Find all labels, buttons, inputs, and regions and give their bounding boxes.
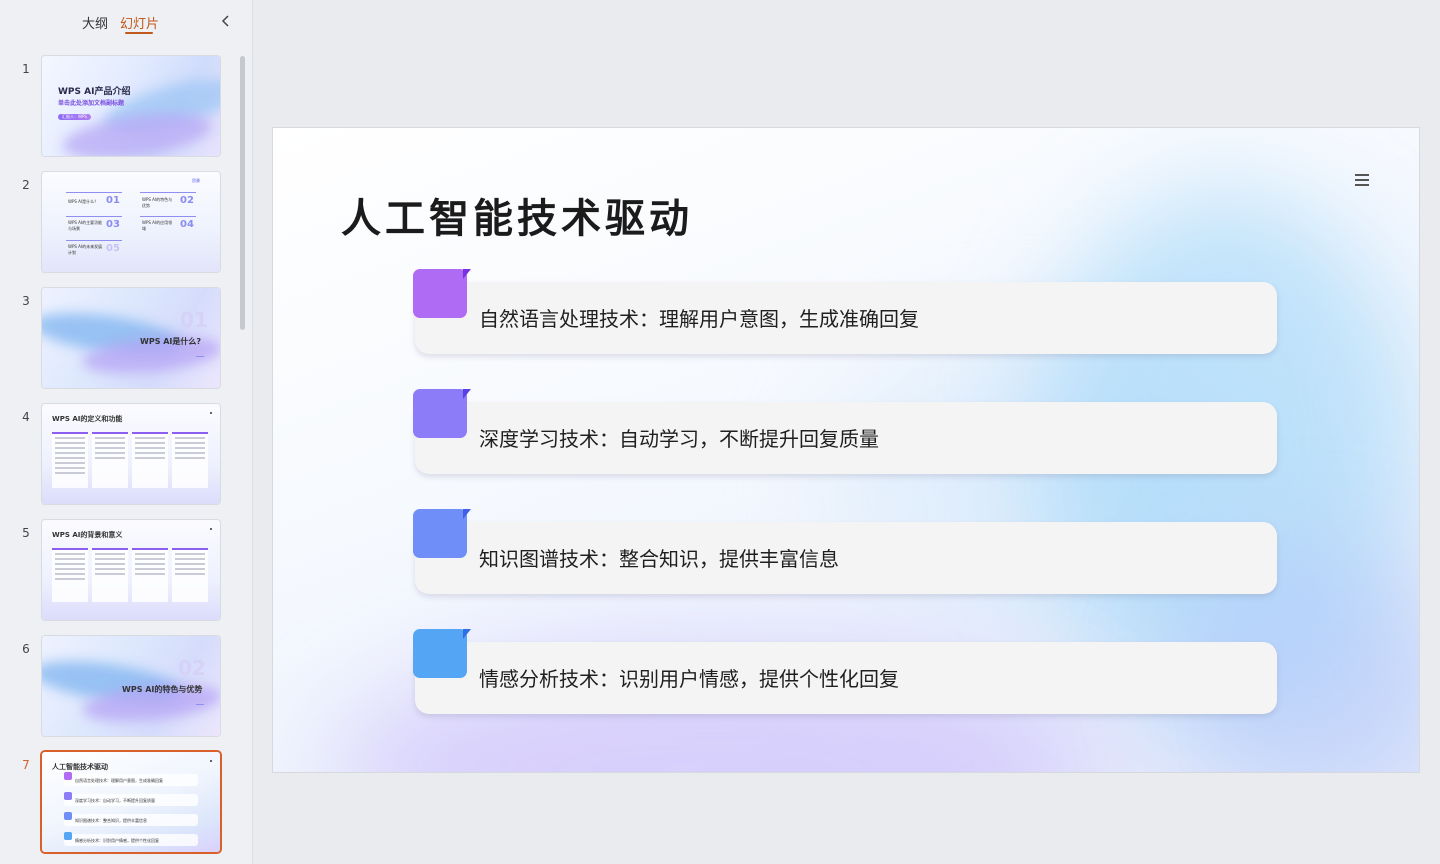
thumbnail-number: 7 [22,758,30,772]
thumbnail-row: 2 目录 WPS AI是什么？ 01 WPS AI的特色与优势 02 WPS A… [0,172,240,274]
thumbnail-number: 5 [22,526,30,540]
thumbnail-label: 目录 [192,178,200,183]
thumbnail-row: 6 02 WPS AI的特色与优势 [0,636,240,738]
list-item[interactable]: 自然语言处理技术：理解用户意图，生成准确回复 [413,269,1279,355]
content-column [52,432,88,488]
toc-entry-number: 01 [106,195,120,206]
thumbnail-title: WPS AI的背景和意义 [52,531,123,539]
item-color-tab [413,509,471,558]
content-column [92,548,128,602]
menu-dot [210,760,212,762]
toc-entry-text: WPS AI的主要功能与场景 [68,220,103,231]
slide-thumbnail-panel: 大纲 幻灯片 1 WPS AI产品介绍 单击此处添加文档副标题 汇报人：WPS … [0,0,253,864]
thumbnail-number: 3 [22,294,30,308]
divider [140,192,196,193]
thumbnail-title: WPS AI的定义和功能 [52,415,123,423]
card-tab [64,812,72,820]
card-tab [64,772,72,780]
content-column [132,432,168,488]
slide-thumbnail-4[interactable]: WPS AI的定义和功能 [42,404,220,504]
card-tab [64,832,72,840]
chevron-left-icon [221,15,229,27]
tab-outline[interactable]: 大纲 [82,13,108,32]
thumbnail-number: 6 [22,642,30,656]
item-text[interactable]: 自然语言处理技术：理解用户意图，生成准确回复 [479,303,919,332]
thumbnail-row: 1 WPS AI产品介绍 单击此处添加文档副标题 汇报人：WPS [0,56,240,158]
content-column [92,432,128,488]
section-number: 01 [180,308,208,332]
divider [196,356,204,357]
divider [196,704,204,705]
list-item[interactable]: 知识图谱技术：整合知识，提供丰富信息 [413,509,1279,595]
list-item[interactable]: 情感分析技术：识别用户情感，提供个性化回复 [413,629,1279,715]
section-number: 02 [178,656,206,680]
content-column [172,432,208,488]
slide-thumbnail-5[interactable]: WPS AI的背景和意义 [42,520,220,620]
item-text[interactable]: 情感分析技术：识别用户情感，提供个性化回复 [479,663,899,692]
toc-entry-text: WPS AI的特色与优势 [142,197,173,208]
item-text[interactable]: 知识图谱技术：整合知识，提供丰富信息 [479,543,839,572]
tab-slides[interactable]: 幻灯片 [120,13,159,32]
content-column [52,548,88,602]
menu-dot [210,528,212,530]
active-tab-indicator [125,32,153,34]
thumbnail-title: WPS AI产品介绍 [58,87,131,97]
thumbnail-subtitle: 单击此处添加文档副标题 [58,100,125,107]
divider [66,216,122,217]
toc-entry-number: 02 [180,195,194,206]
thumbnail-row: 5 WPS AI的背景和意义 [0,520,240,622]
card-text: 情感分析技术：识别用户情感，提供个性化回复 [75,838,159,843]
toc-entry-number: 04 [180,219,194,230]
collapse-panel-button[interactable] [218,13,234,29]
divider [66,240,122,241]
thumbnail-number: 2 [22,178,30,192]
slide-thumbnail-7[interactable]: 人工智能技术驱动 自然语言处理技术：理解用户意图，生成准确回复 深度学习技术：自… [42,752,220,852]
card-text: 自然语言处理技术：理解用户意图，生成准确回复 [75,778,163,783]
toc-entry-text: WPS AI是什么？ [68,199,99,204]
thumbnail-title: WPS AI的特色与优势 [122,685,203,694]
item-color-tab [413,389,471,438]
slide-thumbnail-3[interactable]: 01 WPS AI是什么? [42,288,220,388]
thumbnail-title: WPS AI是什么? [140,337,202,346]
toc-entry-number: 03 [106,219,120,230]
thumbnail-pill: 汇报人：WPS [58,114,91,120]
list-item[interactable]: 深度学习技术：自动学习，不断提升回复质量 [413,389,1279,475]
thumbnail-title: 人工智能技术驱动 [52,763,108,771]
menu-icon[interactable] [1355,174,1369,188]
content-column [132,548,168,602]
toc-entry-number: 05 [106,243,120,254]
menu-dot [210,412,212,414]
divider [140,216,196,217]
toc-entry-text: WPS AI的未来发展计划 [68,244,103,255]
card-text: 深度学习技术：自动学习，不断提升回复质量 [75,798,155,803]
thumbnail-row: 4 WPS AI的定义和功能 [0,404,240,506]
content-column [172,548,208,602]
item-color-tab [413,269,471,318]
card-text: 知识图谱技术：整合知识，提供丰富信息 [75,818,147,823]
slide-title[interactable]: 人工智能技术驱动 [341,186,693,244]
toc-entry-text: WPS AI的应用领域 [142,220,173,231]
slide-thumbnail-2[interactable]: 目录 WPS AI是什么？ 01 WPS AI的特色与优势 02 WPS AI的… [42,172,220,272]
item-color-tab [413,629,471,678]
thumbnail-number: 4 [22,410,30,424]
divider [66,192,122,193]
thumbnail-row: 7 人工智能技术驱动 自然语言处理技术：理解用户意图，生成准确回复 深度学习技术… [0,752,240,854]
slide-canvas[interactable]: 人工智能技术驱动 自然语言处理技术：理解用户意图，生成准确回复 深度学习技术：自… [273,128,1419,772]
panel-tabs: 大纲 幻灯片 [0,0,253,44]
card-tab [64,792,72,800]
slide-thumbnail-6[interactable]: 02 WPS AI的特色与优势 [42,636,220,736]
thumbnail-number: 1 [22,62,30,76]
item-text[interactable]: 深度学习技术：自动学习，不断提升回复质量 [479,423,879,452]
thumbnail-scrollbar[interactable] [240,56,245,330]
slide-thumbnail-1[interactable]: WPS AI产品介绍 单击此处添加文档副标题 汇报人：WPS [42,56,220,156]
thumbnail-row: 3 01 WPS AI是什么? [0,288,240,390]
